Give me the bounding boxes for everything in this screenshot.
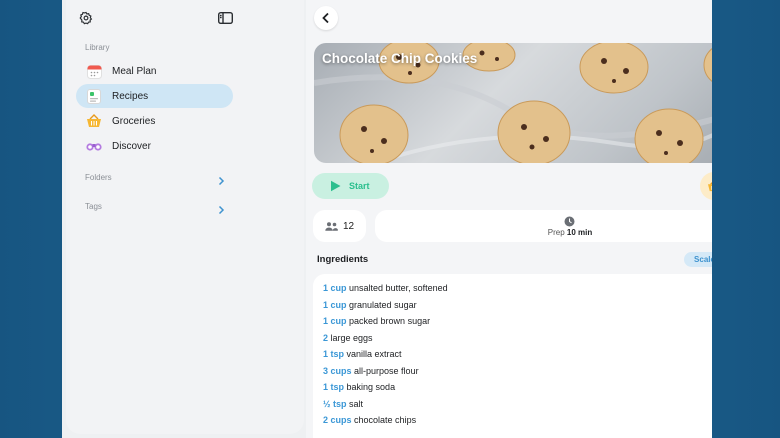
- ingredients-heading: Ingredients: [317, 254, 369, 265]
- ingredient-name: baking soda: [346, 382, 396, 392]
- folders-section-label: Folders: [85, 173, 112, 182]
- basket-icon: [86, 113, 102, 129]
- library-section-label: Library: [85, 43, 110, 52]
- sidebar-item-meal-plan[interactable]: Meal Plan: [76, 59, 233, 83]
- ingredients-list: 1 cup unsalted butter, softened 1 cup gr…: [313, 274, 712, 438]
- servings-control[interactable]: 12: [313, 210, 366, 242]
- ingredient-row: 1 cup packed brown sugar: [323, 316, 430, 326]
- ingredient-quantity: 1 tsp: [323, 349, 345, 359]
- ingredient-row: 1 tsp baking soda: [323, 382, 395, 392]
- ingredient-quantity: 1 cup: [323, 316, 347, 326]
- calendar-icon: [86, 63, 102, 79]
- sidebar-item-label: Discover: [112, 140, 151, 152]
- prep-time-text: Prep 10 min: [375, 228, 712, 237]
- ingredient-quantity: 1 cup: [323, 283, 347, 293]
- add-to-groceries-basket-icon[interactable]: [700, 172, 712, 200]
- ingredient-row: 3 cups all-purpose flour: [323, 366, 419, 376]
- ingredient-name: salt: [349, 399, 364, 409]
- ingredient-quantity: 2: [323, 333, 329, 343]
- sidebar-item-discover[interactable]: Discover: [76, 134, 233, 158]
- tags-section-label: Tags: [85, 202, 102, 211]
- sidebar-item-label: Meal Plan: [112, 65, 157, 77]
- ingredient-row: 1 tsp vanilla extract: [323, 349, 402, 359]
- ingredient-row: ½ tsp salt: [323, 399, 363, 409]
- sidebar: Library Meal Plan Recipes Groceries Disc…: [66, 0, 304, 434]
- recipe-hero-image: Chocolate Chip Cookies: [314, 43, 712, 163]
- ingredient-name: packed brown sugar: [349, 316, 431, 326]
- ingredient-quantity: 1 tsp: [323, 382, 345, 392]
- tags-chevron-right-icon[interactable]: [216, 202, 226, 215]
- start-cooking-button[interactable]: Start: [312, 173, 389, 199]
- ingredient-name: granulated sugar: [349, 300, 417, 310]
- back-chevron-icon[interactable]: [314, 6, 338, 30]
- recipe-title: Chocolate Chip Cookies: [322, 51, 478, 66]
- ingredient-quantity: 2 cups: [323, 415, 352, 425]
- ingredient-quantity: 3 cups: [323, 366, 352, 376]
- ingredient-name: large eggs: [330, 333, 373, 343]
- sidebar-toggle-icon[interactable]: [216, 9, 234, 27]
- ingredient-quantity: ½ tsp: [323, 399, 347, 409]
- start-button-label: Start: [349, 181, 370, 191]
- prep-time-card: Prep 10 min: [375, 210, 712, 242]
- ingredient-quantity: 1 cup: [323, 300, 347, 310]
- play-icon: [330, 180, 341, 192]
- folders-chevron-right-icon[interactable]: [216, 173, 226, 186]
- sidebar-item-label: Groceries: [112, 115, 156, 127]
- settings-gear-icon[interactable]: [76, 8, 96, 28]
- scale-button[interactable]: Scale: [684, 252, 712, 267]
- ingredient-row: 2 large eggs: [323, 333, 373, 343]
- prep-label: Prep: [547, 228, 565, 237]
- ingredient-name: chocolate chips: [354, 415, 417, 425]
- prep-time-value: 10 min: [566, 228, 593, 237]
- clock-icon: [564, 214, 575, 227]
- sidebar-item-groceries[interactable]: Groceries: [76, 109, 233, 133]
- ingredient-name: unsalted butter, softened: [349, 283, 448, 293]
- ingredient-row: 1 cup granulated sugar: [323, 300, 417, 310]
- ingredient-name: all-purpose flour: [354, 366, 419, 376]
- ingredient-name: vanilla extract: [346, 349, 402, 359]
- sidebar-item-label: Recipes: [112, 90, 149, 102]
- sidebar-item-recipes[interactable]: Recipes: [76, 84, 233, 108]
- recipe-detail: Chocolate Chip Cookies Start 12 Prep 10 …: [306, 0, 712, 438]
- ingredient-row: 1 cup unsalted butter, softened: [323, 283, 448, 293]
- ingredient-row: 2 cups chocolate chips: [323, 415, 416, 425]
- servings-count: 12: [342, 220, 355, 232]
- app-window: Library Meal Plan Recipes Groceries Disc…: [62, 0, 712, 438]
- people-icon: [325, 221, 338, 231]
- binoculars-icon: [86, 138, 102, 154]
- recipes-icon: [86, 88, 102, 104]
